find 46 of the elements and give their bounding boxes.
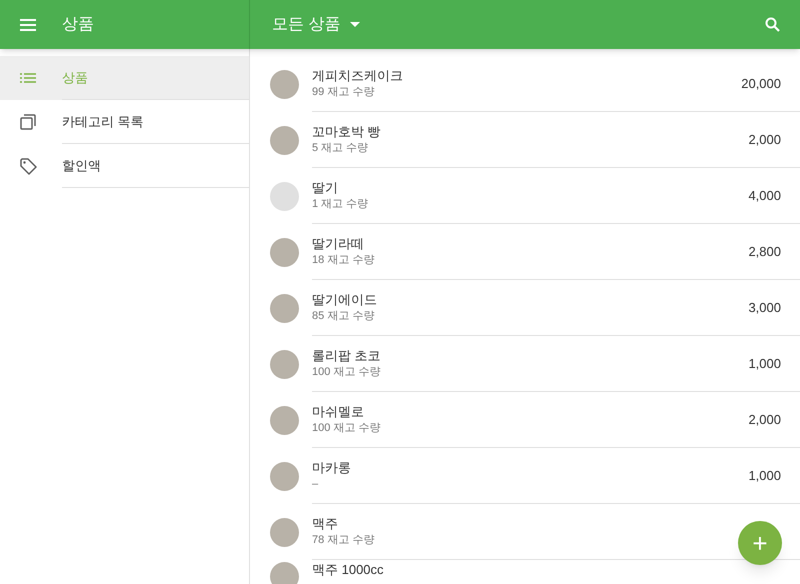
product-price: 2,000: [748, 410, 781, 429]
stock-count: 1 재고 수량: [312, 196, 368, 212]
product-name: 롤리팝 초코: [312, 348, 381, 364]
product-name: 맥주 1000cc: [312, 562, 384, 578]
app-title: 상품: [62, 14, 94, 34]
photo-placeholder: [270, 294, 299, 322]
stock-count: –: [312, 476, 318, 492]
photo-placeholder: [270, 562, 299, 584]
sidebar-item[interactable]: 상품: [0, 56, 249, 100]
product-name: 딸기: [312, 180, 338, 196]
product-price: 20,000: [741, 74, 781, 93]
photo-placeholder: [270, 70, 299, 98]
tag-icon: [20, 158, 36, 174]
product-price: 4,000: [748, 186, 781, 205]
product-price: 1,000: [748, 466, 781, 485]
list-icon: [20, 73, 36, 83]
photo-placeholder: [270, 350, 299, 378]
photo-placeholder: [270, 518, 299, 546]
stock-count: 100 재고 수량: [312, 420, 380, 436]
stock-count: 18 재고 수량: [312, 252, 374, 268]
menu-icon: [20, 18, 36, 30]
product-name: 맥주: [312, 516, 338, 532]
copy-icon: [20, 114, 36, 130]
product-name: 꼬마호박 빵: [312, 124, 381, 140]
stock-count: 99 재고 수량: [312, 84, 374, 100]
photo-placeholder: [270, 126, 299, 154]
photo-placeholder: [270, 462, 299, 490]
product-price: 2,000: [748, 130, 781, 149]
search-icon: [764, 17, 780, 32]
product-name: 마카롱: [312, 460, 351, 476]
product-price: 3,000: [748, 298, 781, 317]
stock-count: 78 재고 수량: [312, 532, 374, 548]
caret-icon: [350, 22, 360, 27]
product-price: 1,000: [748, 354, 781, 373]
photo-placeholder: [270, 238, 299, 266]
photo-placeholder: [270, 406, 299, 434]
product-name: 딸기라떼: [312, 236, 364, 252]
product-price: 2,800: [748, 242, 781, 261]
add-button[interactable]: +: [738, 521, 782, 565]
product-name: 딸기에이드: [312, 292, 377, 308]
stock-count: 100 재고 수량: [312, 364, 380, 380]
product-name: 마쉬멜로: [312, 404, 364, 420]
filter-dropdown[interactable]: 모든 상품: [272, 12, 360, 36]
stock-count: 85 재고 수량: [312, 308, 374, 324]
product-name: 게피치즈케이크: [312, 68, 403, 84]
stock-count: 5 재고 수량: [312, 140, 368, 156]
